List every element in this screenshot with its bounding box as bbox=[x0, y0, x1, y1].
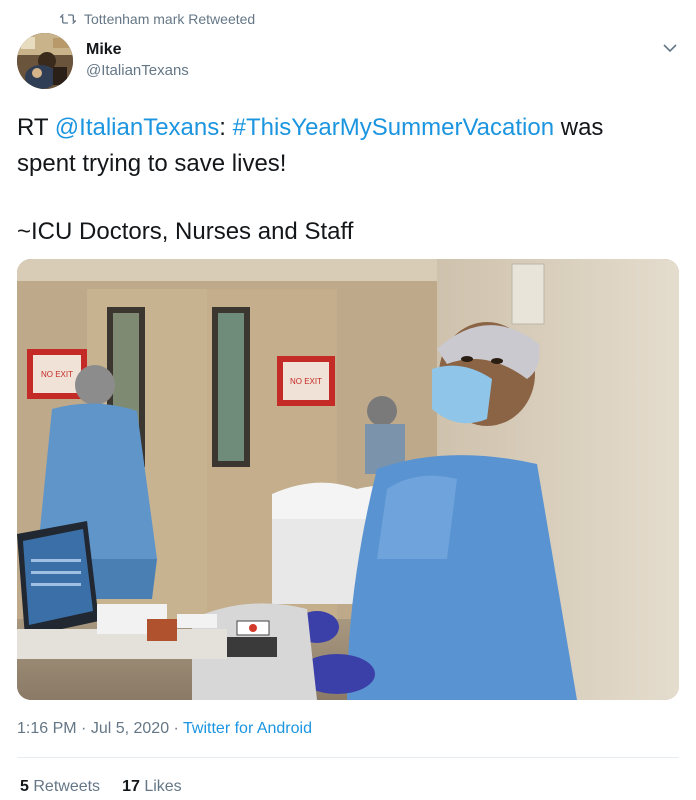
meta-separator-2: · bbox=[169, 720, 184, 737]
retweet-label: Retweets bbox=[33, 778, 101, 795]
retweets-stat[interactable]: 5 Retweets bbox=[20, 777, 100, 797]
author-handle[interactable]: @ItalianTexans bbox=[86, 60, 189, 82]
retweet-icon bbox=[60, 13, 76, 25]
like-count: 17 bbox=[122, 778, 140, 795]
like-label: Likes bbox=[144, 778, 182, 795]
sign-text-1: NO EXIT bbox=[41, 370, 73, 379]
meta-separator: · bbox=[76, 720, 91, 737]
tweet-meta: 1:16 PM · Jul 5, 2020 · Twitter for Andr… bbox=[17, 719, 312, 739]
author-block[interactable]: Mike @ItalianTexans bbox=[86, 40, 189, 82]
author-name[interactable]: Mike bbox=[86, 40, 189, 60]
chevron-down-icon[interactable] bbox=[662, 40, 678, 56]
photo-image: NO EXIT NO EXIT bbox=[17, 259, 679, 700]
tweet-time[interactable]: 1:16 PM bbox=[17, 720, 77, 737]
likes-stat[interactable]: 17 Likes bbox=[122, 777, 182, 797]
tweet-source-link[interactable]: Twitter for Android bbox=[183, 720, 312, 737]
retweet-context-text: Tottenham mark Retweeted bbox=[84, 11, 256, 27]
avatar-image bbox=[17, 33, 73, 89]
avatar[interactable] bbox=[17, 33, 73, 89]
mention-link[interactable]: @ItalianTexans bbox=[55, 114, 219, 141]
tweet-colon: : bbox=[219, 114, 233, 141]
tweet-date[interactable]: Jul 5, 2020 bbox=[91, 720, 169, 737]
tweet-line-1: RT @ItalianTexans: #ThisYearMySummerVaca… bbox=[17, 110, 677, 146]
sign-text-2: NO EXIT bbox=[290, 377, 322, 386]
rt-prefix: RT bbox=[17, 114, 55, 141]
hashtag-link[interactable]: #ThisYearMySummerVacation bbox=[233, 114, 554, 141]
retweet-context[interactable]: Tottenham mark Retweeted bbox=[60, 10, 255, 28]
divider bbox=[17, 757, 679, 758]
retweet-count: 5 bbox=[20, 778, 29, 795]
tweet-stats: 5 Retweets 17 Likes bbox=[20, 777, 182, 797]
tweet-photo[interactable]: NO EXIT NO EXIT bbox=[17, 259, 679, 700]
tweet-text: RT @ItalianTexans: #ThisYearMySummerVaca… bbox=[17, 110, 677, 250]
tweet-signature: ~ICU Doctors, Nurses and Staff bbox=[17, 218, 354, 245]
tweet-line-1-suffix: was bbox=[554, 114, 604, 141]
tweet-line-2: spent trying to save lives! bbox=[17, 150, 287, 177]
